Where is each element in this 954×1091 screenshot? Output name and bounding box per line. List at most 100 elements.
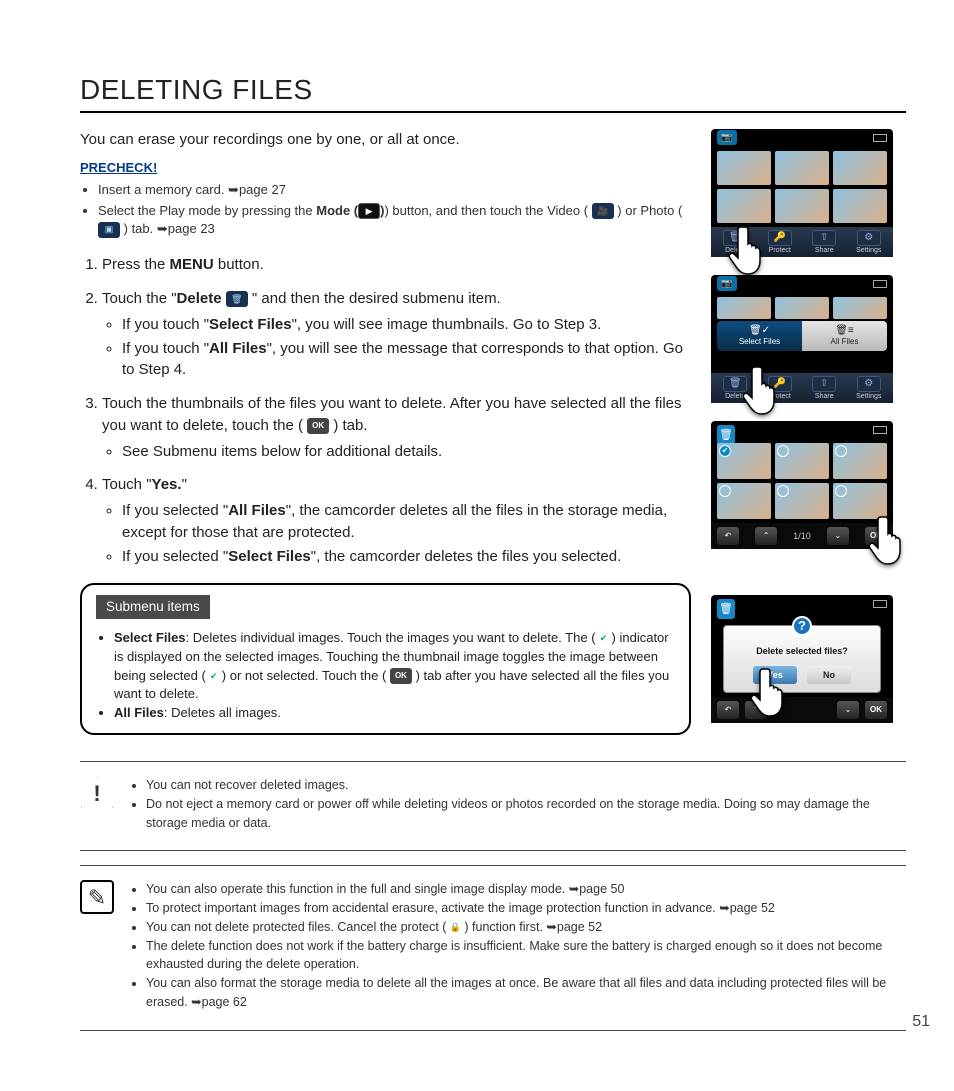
text-bold: MENU [170,256,214,273]
text-bold: Yes. [152,476,182,493]
check-circle-icon [835,445,847,457]
label: Share [815,393,834,400]
thumb-selected[interactable]: ✔ [717,443,771,479]
main-content: You can erase your recordings one by one… [80,123,691,753]
text-bold: Select Files [228,548,311,565]
protect-button[interactable]: 🔑Protect [760,376,801,400]
thumb[interactable] [775,443,829,479]
key-icon: 🔑 [768,230,792,246]
submenu-item: All Files: Deletes all images. [114,704,675,723]
page-ref: page 27 [239,182,286,197]
note-item: You can not delete protected files. Canc… [146,918,906,937]
check-icon: ✔ [206,668,222,684]
submenu-heading: Submenu items [96,595,210,619]
camera-mode-icon: 📷 [717,276,737,291]
note-item: You can also format the storage media to… [146,974,906,1012]
trash-icon: 🗑 [717,425,735,445]
link-arrow-icon: ➥ [546,920,556,934]
substep: If you touch "Select Files", you will se… [122,314,691,336]
select-files-icon: 🗑✓ [749,325,770,336]
text: Select the Play mode by pressing the [98,203,316,218]
settings-button[interactable]: ⚙Settings [849,230,890,254]
dialog-message: Delete selected files? [756,646,848,656]
text: You can also operate this function in th… [146,882,569,896]
text: Touch " [102,476,152,493]
protect-button[interactable]: 🔑Protect [760,230,801,254]
text: ) tab. [124,221,157,236]
text-bold: Select Files [209,316,292,333]
back-button[interactable]: ↶ [717,527,739,545]
share-button[interactable]: ⇧Share [804,376,845,400]
delete-button[interactable]: 🗑Delete [715,376,756,400]
delete-button[interactable]: 🗑Delete [715,230,756,254]
label: All Files [830,337,858,346]
text: : Deletes individual images. Touch the i… [186,630,596,645]
text: ) tab. [333,417,367,434]
photo-tab-icon: ▣ [98,222,120,238]
thumb[interactable] [717,483,771,519]
note-item: Do not eject a memory card or power off … [146,795,906,833]
confirm-dialog: ? Delete selected files? Yes No [723,625,881,693]
thumb[interactable] [775,483,829,519]
screenshot-submenu: 📷 🗑✓Select Files 🗑≡All Files 🗑Delete 🔑Pr… [711,275,893,403]
ok-button[interactable]: OK [865,527,887,545]
text: Touch the thumbnails of the files you wa… [102,395,682,434]
substep: If you selected "Select Files", the camc… [122,546,691,568]
ok-tab-icon: OK [390,668,412,684]
intro-text: You can erase your recordings one by one… [80,131,691,148]
text: If you selected " [122,548,228,565]
no-button[interactable]: No [807,666,851,684]
down-button[interactable]: ⌄ [827,527,849,545]
ok-tab-icon: OK [307,418,329,434]
settings-button[interactable]: ⚙Settings [849,376,890,400]
battery-icon [873,134,887,142]
text-bold: All Files [228,502,286,519]
all-files-option[interactable]: 🗑≡All Files [802,321,887,351]
thumb [833,151,887,185]
note-icon: ✎ [80,880,114,914]
check-icon: ✔ [596,630,612,646]
submenu-item: Select Files: Deletes individual images.… [114,629,675,704]
back-button[interactable]: ↶ [717,701,739,719]
text: ) or not selected. Touch the ( [222,668,387,683]
share-button[interactable]: ⇧Share [804,230,845,254]
thumb[interactable] [833,443,887,479]
thumb [717,189,771,223]
check-circle-icon [835,485,847,497]
text: If you touch " [122,340,209,357]
page-title: DELETING FILES [80,74,906,113]
yes-button[interactable]: Yes [753,666,797,684]
label: Settings [856,247,881,254]
text: Insert a memory card. [98,182,228,197]
warning-icon: ! [80,776,114,810]
page-number: 51 [912,1013,930,1031]
submenu-box: Submenu items Select Files: Deletes indi… [80,583,691,735]
select-files-option[interactable]: 🗑✓Select Files [717,321,802,351]
link-arrow-icon: ➥ [719,901,729,915]
step-4: Touch "Yes." If you selected "All Files"… [102,474,691,567]
substep: If you selected "All Files", the camcord… [122,500,691,544]
battery-icon [873,600,887,608]
check-icon: ✔ [719,445,731,457]
down-button[interactable]: ⌄ [837,701,859,719]
thumb [775,297,829,319]
label: Protect [769,393,791,400]
text: You can not delete protected files. Canc… [146,920,446,934]
text-bold: All Files [114,705,164,720]
page-ref: page 62 [202,995,247,1009]
text: : Deletes all images. [164,705,281,720]
camera-mode-icon: 📷 [717,130,737,145]
trash-icon: 🗑 [723,230,747,246]
label: Settings [856,393,881,400]
delete-icon: 🗑 [226,291,248,307]
up-button[interactable]: ⌃ [745,701,767,719]
page-counter: 1/10 [793,531,811,541]
page-ref: page 23 [168,221,215,236]
ok-button[interactable]: OK [865,701,887,719]
label: Protect [769,247,791,254]
thumb[interactable] [833,483,887,519]
up-button[interactable]: ⌃ [755,527,777,545]
text-bold: Select Files [114,630,186,645]
precheck-heading: PRECHECK! [80,160,691,175]
link-arrow-icon: ➥ [157,221,168,236]
